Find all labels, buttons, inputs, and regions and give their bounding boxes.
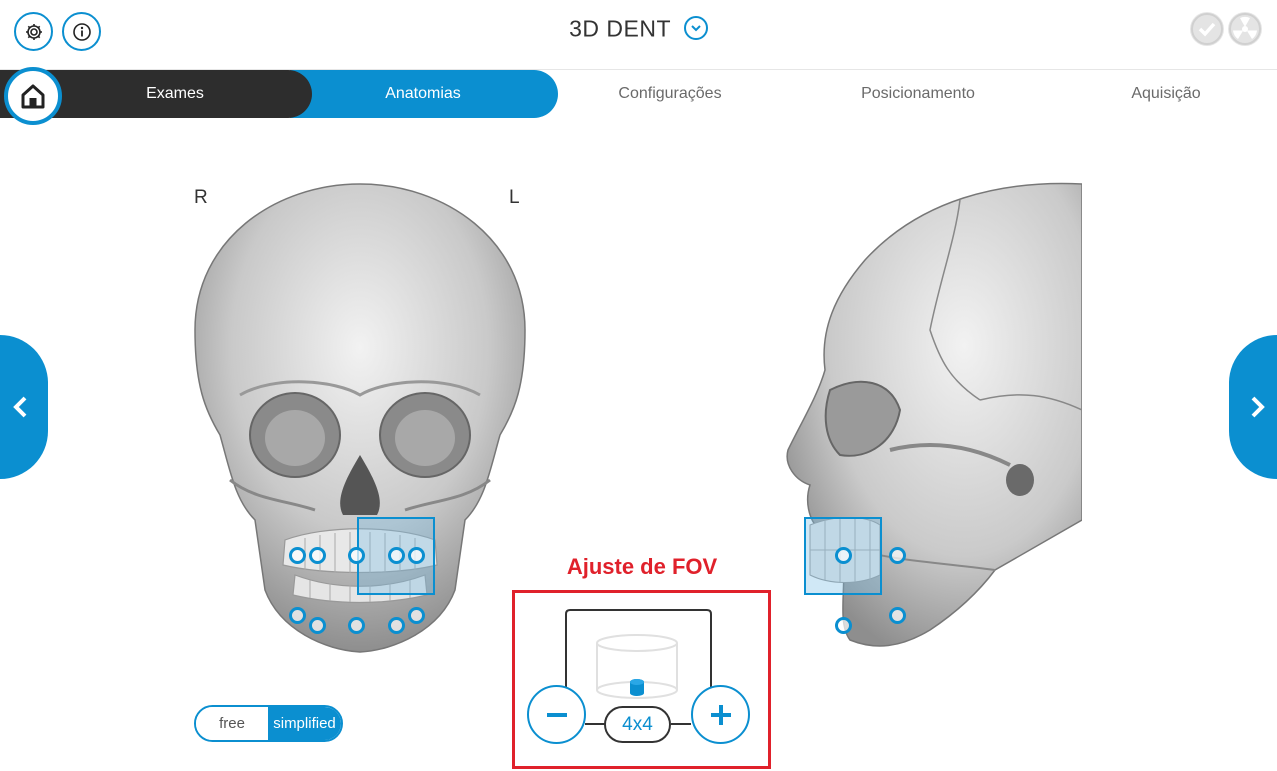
anatomy-point[interactable] bbox=[408, 547, 425, 564]
check-status bbox=[1190, 12, 1224, 46]
fov-size-value: 4x4 bbox=[604, 706, 671, 743]
app-header: 3D DENT bbox=[0, 0, 1277, 70]
app-title[interactable]: 3D DENT bbox=[0, 14, 1277, 42]
fov-increase-button[interactable] bbox=[691, 685, 750, 744]
home-icon bbox=[21, 84, 45, 109]
anatomy-point[interactable] bbox=[835, 547, 852, 564]
anatomy-point[interactable] bbox=[388, 617, 405, 634]
radiation-status bbox=[1228, 12, 1262, 46]
anatomy-point[interactable] bbox=[309, 617, 326, 634]
minus-icon bbox=[546, 712, 567, 717]
anatomy-point[interactable] bbox=[309, 547, 326, 564]
anatomy-point[interactable] bbox=[408, 607, 425, 624]
app-title-text: 3D DENT bbox=[569, 15, 671, 42]
previous-button[interactable] bbox=[0, 335, 48, 479]
fov-cylinder-icon bbox=[596, 634, 678, 699]
mode-toggle[interactable]: free simplified bbox=[194, 705, 343, 742]
check-icon bbox=[1191, 13, 1223, 45]
anatomy-point[interactable] bbox=[889, 607, 906, 624]
mode-simplified-option[interactable]: simplified bbox=[268, 707, 341, 740]
step-exames[interactable]: Exames bbox=[62, 70, 288, 118]
chevron-left-icon bbox=[13, 396, 27, 418]
step-posicionamento[interactable]: Posicionamento bbox=[806, 70, 1030, 118]
step-configuracoes[interactable]: Configurações bbox=[558, 70, 782, 118]
anatomy-point[interactable] bbox=[348, 547, 365, 564]
step-anatomias[interactable]: Anatomias bbox=[312, 70, 534, 118]
step-bar: Exames Anatomias Configurações Posiciona… bbox=[0, 67, 1277, 125]
chevron-down-icon[interactable] bbox=[683, 15, 708, 40]
anatomy-point[interactable] bbox=[289, 547, 306, 564]
anatomy-point[interactable] bbox=[835, 617, 852, 634]
step-aquisicao[interactable]: Aquisição bbox=[1054, 70, 1277, 118]
anatomy-point[interactable] bbox=[388, 547, 405, 564]
fov-decrease-button[interactable] bbox=[527, 685, 586, 744]
chevron-right-icon bbox=[1251, 396, 1265, 418]
fov-caption: Ajuste de FOV bbox=[566, 554, 718, 579]
next-button[interactable] bbox=[1229, 335, 1277, 479]
home-button[interactable] bbox=[4, 67, 62, 125]
radiation-icon bbox=[1229, 13, 1261, 45]
anatomy-point[interactable] bbox=[289, 607, 306, 624]
mode-free-option[interactable]: free bbox=[196, 707, 268, 740]
anatomy-point[interactable] bbox=[889, 547, 906, 564]
plus-icon bbox=[710, 704, 731, 725]
anatomy-point[interactable] bbox=[348, 617, 365, 634]
